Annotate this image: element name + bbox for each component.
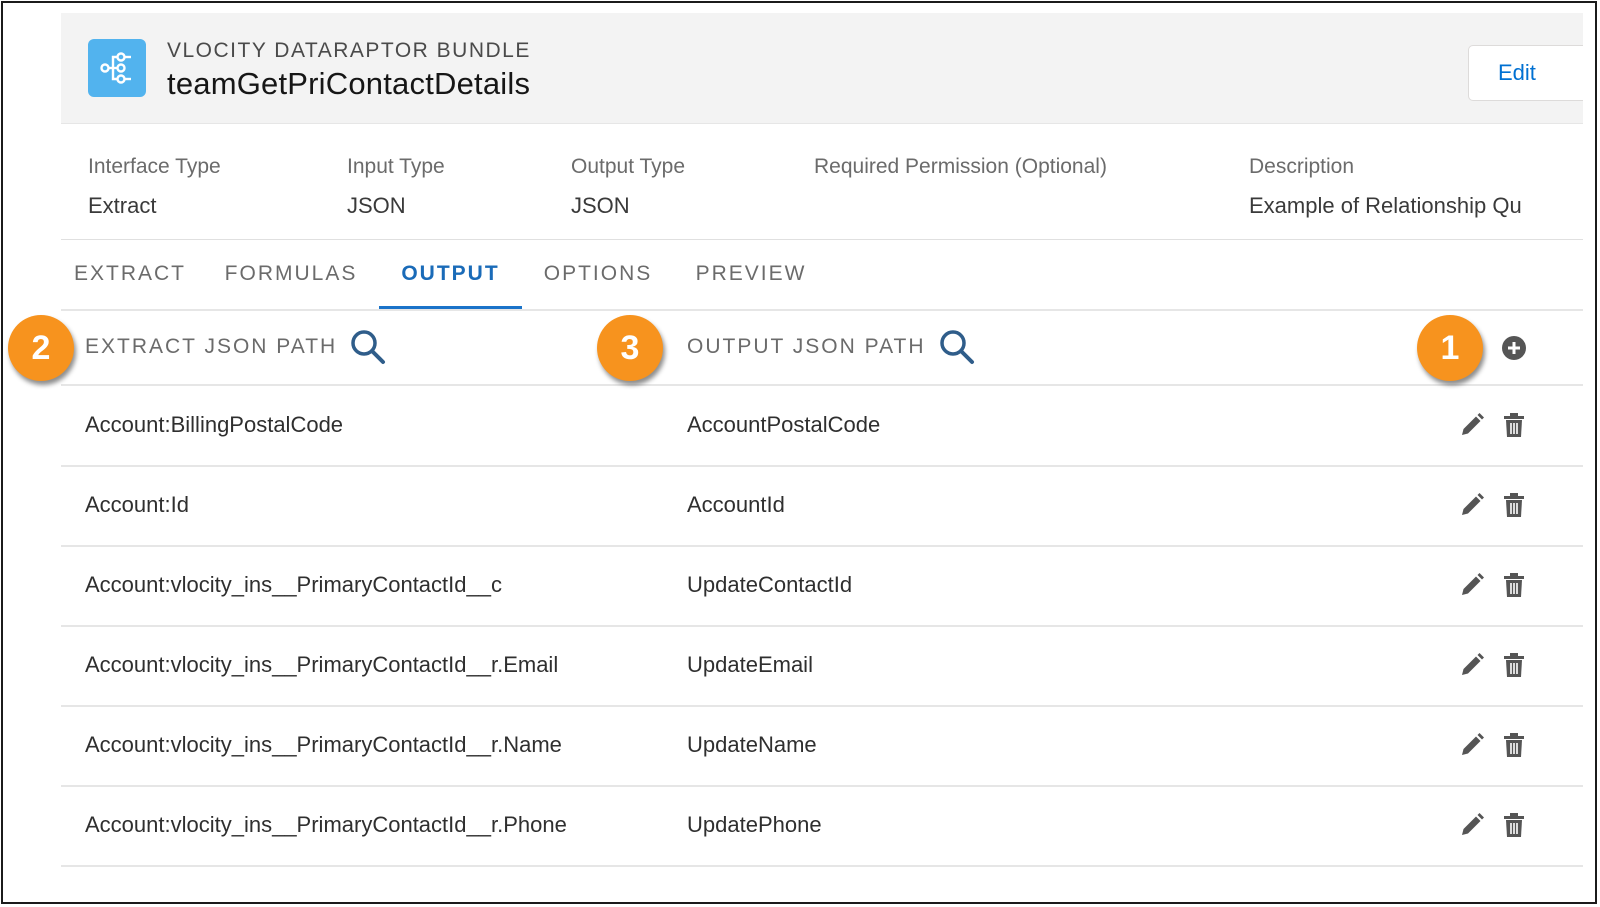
search-icon[interactable] xyxy=(349,328,387,366)
column-header-output: OUTPUT JSON PATH xyxy=(687,310,976,384)
output-path-cell: UpdatePhone xyxy=(687,812,822,837)
tab-extract[interactable]: EXTRACT xyxy=(65,239,195,309)
extract-path-cell: Account:vlocity_ins__PrimaryContactId__r… xyxy=(85,652,559,677)
callout-badge-3: 3 xyxy=(597,315,663,381)
table-row: Account:BillingPostalCode AccountPostalC… xyxy=(61,385,1583,467)
table-row: Account:vlocity_ins__PrimaryContactId__r… xyxy=(61,785,1583,867)
extract-path-cell: Account:BillingPostalCode xyxy=(85,412,344,437)
extract-path-cell: Account:vlocity_ins__PrimaryContactId__r… xyxy=(85,732,562,757)
callout-badge-1: 1 xyxy=(1417,315,1483,381)
pencil-icon[interactable] xyxy=(1459,412,1485,438)
trash-icon[interactable] xyxy=(1501,412,1527,438)
pencil-icon[interactable] xyxy=(1459,732,1485,758)
field-description: Description Example of Relationship Qu xyxy=(1249,155,1522,219)
add-circle-icon[interactable] xyxy=(1501,335,1527,361)
pencil-icon[interactable] xyxy=(1459,572,1485,598)
table-row: Account:Id AccountId xyxy=(61,465,1583,547)
extract-path-cell: Account:vlocity_ins__PrimaryContactId__c xyxy=(85,572,502,597)
record-title: teamGetPriContactDetails xyxy=(167,66,531,101)
callout-badge-2: 2 xyxy=(8,315,74,381)
field-interface-type: Interface Type Extract xyxy=(88,155,221,219)
output-path-cell: AccountPostalCode xyxy=(687,412,881,437)
tab-formulas[interactable]: FORMULAS xyxy=(216,239,366,309)
field-label: Interface Type xyxy=(88,155,221,178)
record-panel: VLOCITY DATARAPTOR BUNDLE teamGetPriCont… xyxy=(61,13,1583,902)
tab-bar: EXTRACT FORMULAS OUTPUT OPTIONS PREVIEW xyxy=(61,239,1583,311)
field-label: Required Permission (Optional) xyxy=(814,155,1107,178)
trash-icon[interactable] xyxy=(1501,492,1527,518)
field-label: Description xyxy=(1249,155,1355,178)
tab-preview[interactable]: PREVIEW xyxy=(682,239,820,309)
screenshot-frame: VLOCITY DATARAPTOR BUNDLE teamGetPriCont… xyxy=(1,1,1597,904)
field-value: Extract xyxy=(88,193,157,218)
table-row: Account:vlocity_ins__PrimaryContactId__c… xyxy=(61,545,1583,627)
tab-options[interactable]: OPTIONS xyxy=(531,239,665,309)
table-header: EXTRACT JSON PATH OUTPUT JSON PATH xyxy=(61,310,1583,386)
search-icon[interactable] xyxy=(938,328,976,366)
output-path-cell: UpdateName xyxy=(687,732,817,757)
column-header-label: EXTRACT JSON PATH xyxy=(85,335,338,358)
field-value: JSON xyxy=(571,193,630,218)
pencil-icon[interactable] xyxy=(1459,492,1485,518)
pencil-icon[interactable] xyxy=(1459,652,1485,678)
extract-path-cell: Account:vlocity_ins__PrimaryContactId__r… xyxy=(85,812,567,837)
trash-icon[interactable] xyxy=(1501,812,1527,838)
field-required-permission: Required Permission (Optional) xyxy=(814,155,1107,193)
extract-path-cell: Account:Id xyxy=(85,492,189,517)
tab-output[interactable]: OUTPUT xyxy=(379,239,522,309)
object-type-label: VLOCITY DATARAPTOR BUNDLE xyxy=(167,39,531,62)
trash-icon[interactable] xyxy=(1501,572,1527,598)
record-details: Interface Type Extract Input Type JSON O… xyxy=(61,123,1583,240)
record-header: VLOCITY DATARAPTOR BUNDLE teamGetPriCont… xyxy=(61,13,1583,124)
table-row: Account:vlocity_ins__PrimaryContactId__r… xyxy=(61,705,1583,787)
field-value: Example of Relationship Qu xyxy=(1249,193,1522,218)
column-header-extract: EXTRACT JSON PATH xyxy=(85,310,387,384)
field-input-type: Input Type JSON xyxy=(347,155,445,219)
output-path-cell: UpdateEmail xyxy=(687,652,813,677)
table-row: Account:vlocity_ins__PrimaryContactId__r… xyxy=(61,625,1583,707)
field-label: Output Type xyxy=(571,155,686,178)
output-path-cell: UpdateContactId xyxy=(687,572,853,597)
field-label: Input Type xyxy=(347,155,445,178)
output-path-cell: AccountId xyxy=(687,492,785,517)
trash-icon[interactable] xyxy=(1501,652,1527,678)
dataraptor-icon xyxy=(88,39,146,97)
field-output-type: Output Type JSON xyxy=(571,155,685,219)
trash-icon[interactable] xyxy=(1501,732,1527,758)
column-header-label: OUTPUT JSON PATH xyxy=(687,335,926,358)
pencil-icon[interactable] xyxy=(1459,812,1485,838)
edit-button[interactable]: Edit xyxy=(1468,45,1583,101)
field-value: JSON xyxy=(347,193,406,218)
